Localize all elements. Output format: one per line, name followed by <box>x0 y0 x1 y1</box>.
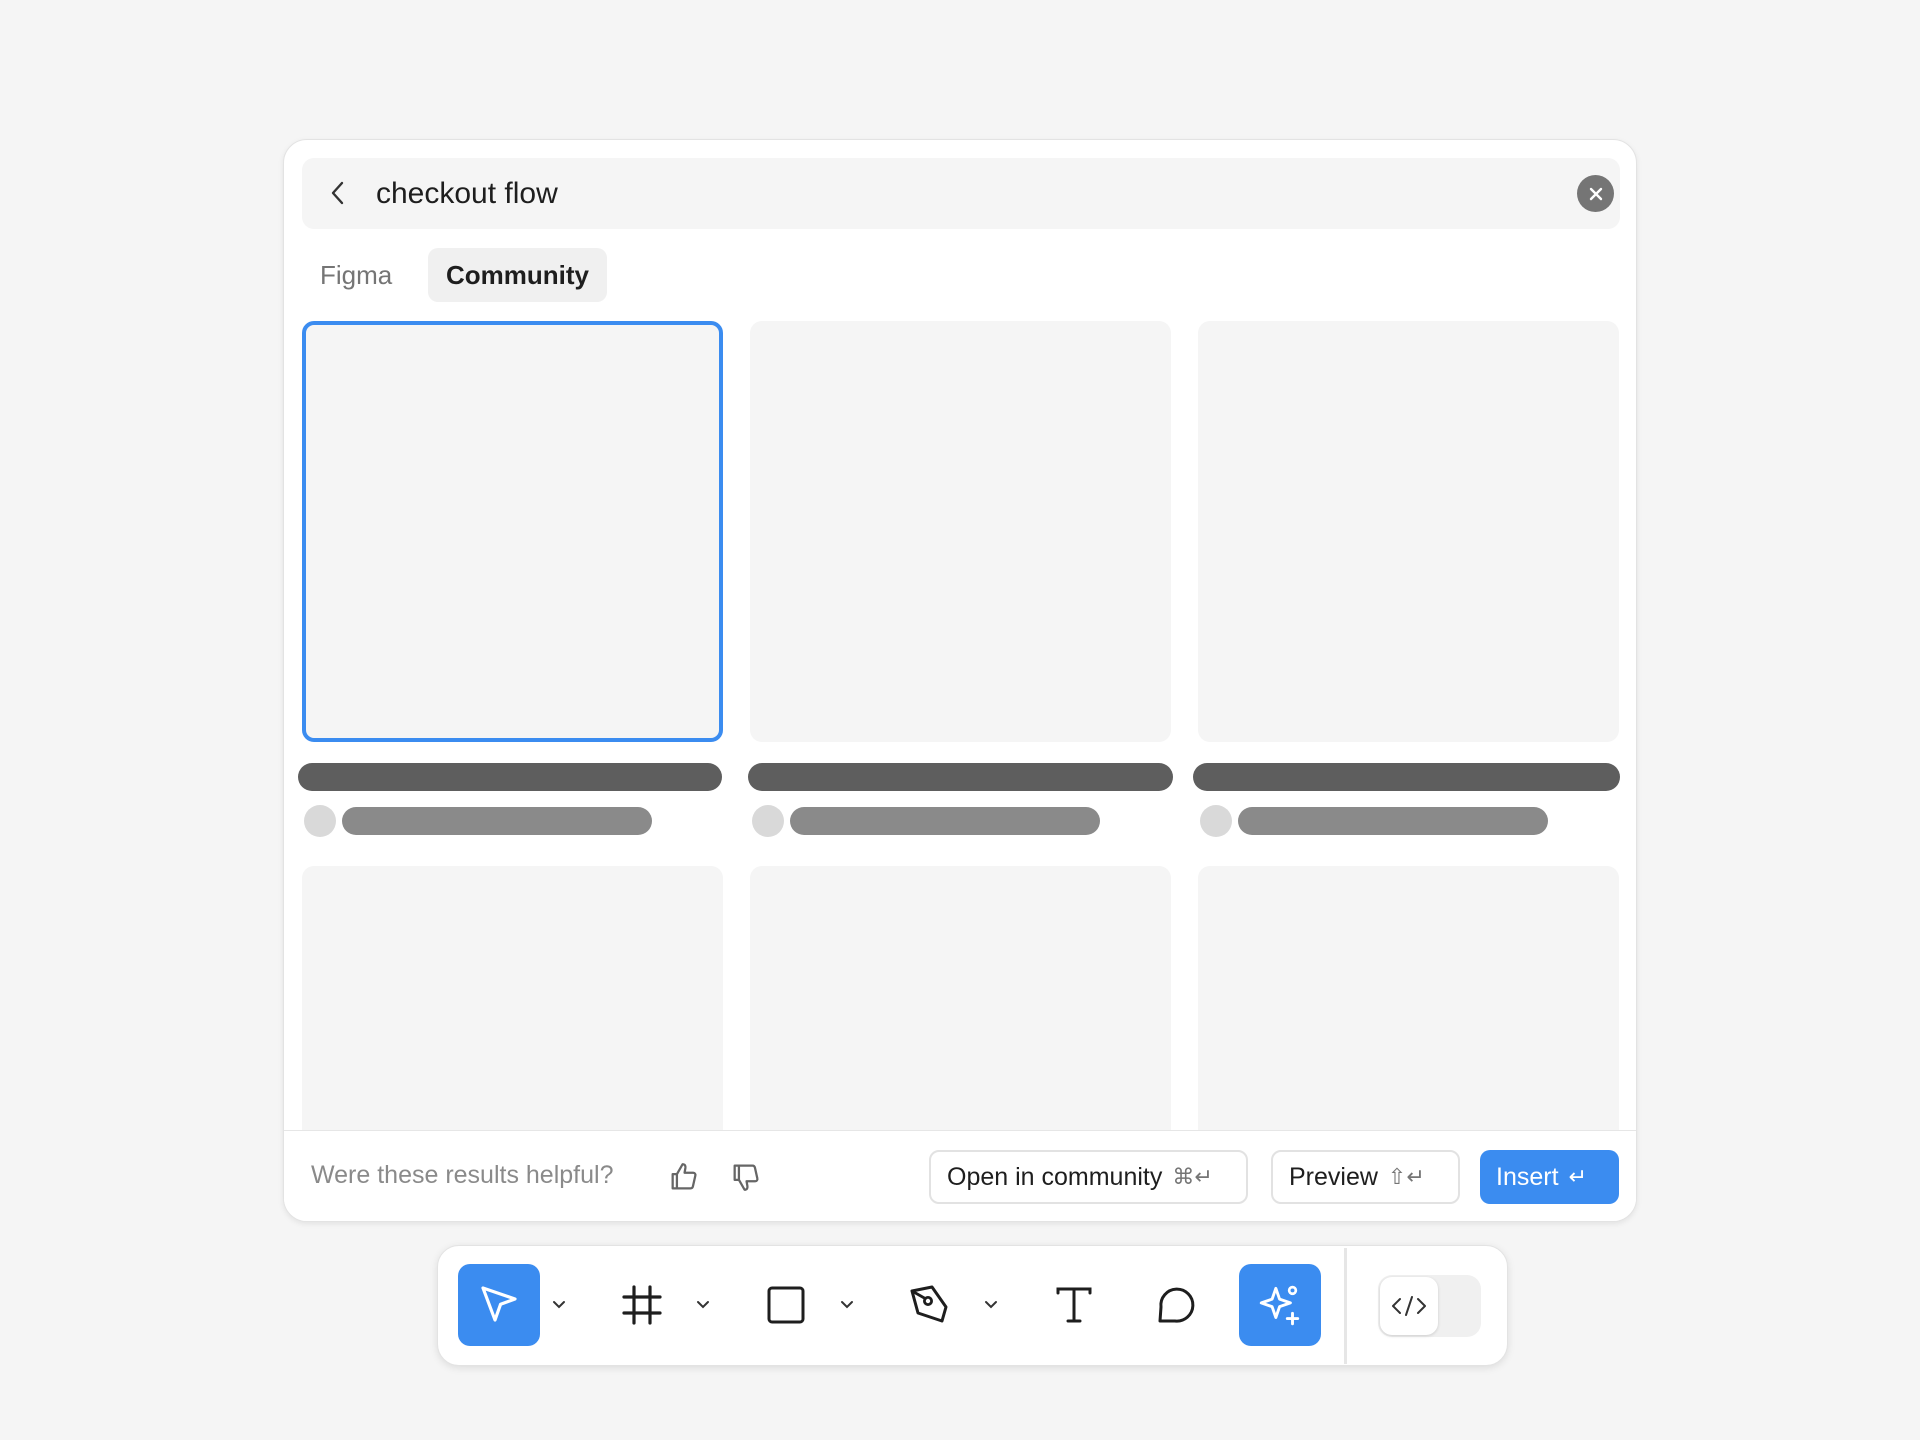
shortcut-hint: ⇧↵ <box>1387 1164 1425 1189</box>
result-author-skeleton <box>342 807 652 835</box>
chevron-down-icon <box>985 1301 997 1309</box>
result-author-skeleton <box>790 807 1100 835</box>
thumbs-up-button[interactable] <box>664 1157 704 1197</box>
tab-figma[interactable]: Figma <box>302 248 410 302</box>
shape-tool-dropdown[interactable] <box>836 1292 858 1318</box>
author-avatar-skeleton <box>1200 805 1232 837</box>
feedback-prompt: Were these results helpful? <box>311 1161 614 1189</box>
bottom-toolbar <box>437 1245 1508 1366</box>
search-results-panel: Figma Community Were these results helpf… <box>283 139 1637 1222</box>
shortcut-hint: ↵ <box>1568 1164 1587 1189</box>
pen-tool-button[interactable] <box>889 1264 971 1346</box>
insert-label: Insert <box>1496 1162 1559 1191</box>
dev-mode-knob <box>1380 1277 1438 1335</box>
code-icon <box>1392 1296 1426 1316</box>
preview-label: Preview <box>1289 1162 1378 1191</box>
dev-mode-toggle[interactable] <box>1378 1275 1481 1337</box>
shortcut-hint: ⌘↵ <box>1172 1164 1213 1189</box>
result-author-skeleton <box>1238 807 1548 835</box>
open-in-community-button[interactable]: Open in community ⌘↵ <box>929 1150 1248 1204</box>
shape-tool-button[interactable] <box>745 1264 827 1346</box>
chevron-down-icon <box>841 1301 853 1309</box>
frame-tool-button[interactable] <box>601 1264 683 1346</box>
chevron-down-icon <box>697 1301 709 1309</box>
result-title-skeleton <box>1193 763 1620 791</box>
result-title-skeleton <box>298 763 722 791</box>
frame-icon <box>622 1285 662 1325</box>
search-input[interactable] <box>376 170 1516 218</box>
open-in-community-label: Open in community <box>947 1162 1163 1191</box>
comment-tool-button[interactable] <box>1135 1264 1217 1346</box>
toolbar-divider <box>1344 1248 1347 1364</box>
preview-button[interactable]: Preview ⇧↵ <box>1271 1150 1460 1204</box>
search-bar <box>302 158 1620 229</box>
pen-icon <box>910 1285 948 1323</box>
results-footer: Were these results helpful? Open in comm… <box>284 1130 1636 1221</box>
ai-tool-button[interactable] <box>1239 1264 1321 1346</box>
ai-sparkle-icon <box>1259 1285 1300 1326</box>
rectangle-icon <box>767 1286 805 1324</box>
result-card-thumbnail[interactable] <box>302 321 723 742</box>
move-icon <box>481 1286 517 1322</box>
result-card-thumbnail[interactable] <box>750 321 1171 742</box>
pen-tool-dropdown[interactable] <box>980 1292 1002 1318</box>
chevron-down-icon <box>553 1301 565 1309</box>
thumbs-down-button[interactable] <box>726 1157 766 1197</box>
clear-search-button[interactable] <box>1577 175 1614 212</box>
author-avatar-skeleton <box>304 805 336 837</box>
close-icon <box>1589 187 1602 200</box>
back-button[interactable] <box>320 175 356 211</box>
result-title-skeleton <box>748 763 1173 791</box>
tab-community[interactable]: Community <box>428 248 607 302</box>
text-icon <box>1056 1287 1092 1323</box>
thumbs-up-icon <box>671 1163 697 1190</box>
thumbs-down-icon <box>733 1164 759 1191</box>
author-avatar-skeleton <box>752 805 784 837</box>
insert-button[interactable]: Insert ↵ <box>1480 1150 1619 1204</box>
text-tool-button[interactable] <box>1033 1264 1115 1346</box>
move-tool-dropdown[interactable] <box>548 1292 570 1318</box>
result-card-thumbnail[interactable] <box>1198 321 1619 742</box>
move-tool-button[interactable] <box>458 1264 540 1346</box>
chevron-left-icon <box>331 181 344 205</box>
comment-icon <box>1158 1287 1195 1323</box>
frame-tool-dropdown[interactable] <box>692 1292 714 1318</box>
